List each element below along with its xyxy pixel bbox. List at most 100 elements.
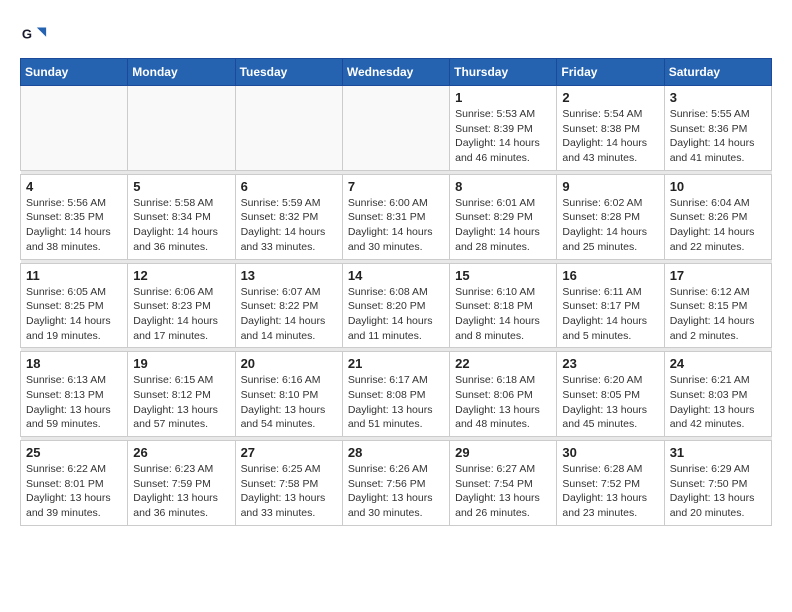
day-number: 8 [455,179,551,194]
day-info: Sunrise: 5:58 AM Sunset: 8:34 PM Dayligh… [133,196,229,255]
calendar-day-cell: 7 Sunrise: 6:00 AM Sunset: 8:31 PM Daylig… [342,174,449,259]
weekday-header: Sunday [21,59,128,86]
calendar-day-cell: 31 Sunrise: 6:29 AM Sunset: 7:50 PM Dayli… [664,441,771,526]
day-number: 10 [670,179,766,194]
day-info: Sunrise: 6:16 AM Sunset: 8:10 PM Dayligh… [241,373,337,432]
calendar-day-cell [342,86,449,171]
day-number: 15 [455,268,551,283]
calendar-week-row: 4Sunrise: 5:56 AM Sunset: 8:35 PM Daylig… [21,174,772,259]
day-info: Sunrise: 6:12 AM Sunset: 8:15 PM Dayligh… [670,285,766,344]
day-info: Sunrise: 6:26 AM Sunset: 7:56 PM Dayligh… [348,462,444,521]
calendar-day-cell: 16 Sunrise: 6:11 AM Sunset: 8:17 PM Dayli… [557,263,664,348]
calendar-day-cell: 20Sunrise: 6:16 AM Sunset: 8:10 PM Dayli… [235,352,342,437]
calendar-day-cell: 17 Sunrise: 6:12 AM Sunset: 8:15 PM Dayli… [664,263,771,348]
calendar-day-cell: 29 Sunrise: 6:27 AM Sunset: 7:54 PM Dayli… [450,441,557,526]
logo-icon: G [20,20,48,48]
day-number: 6 [241,179,337,194]
calendar-day-cell: 28 Sunrise: 6:26 AM Sunset: 7:56 PM Dayli… [342,441,449,526]
day-info: Sunrise: 6:06 AM Sunset: 8:23 PM Dayligh… [133,285,229,344]
calendar-day-cell: 5 Sunrise: 5:58 AM Sunset: 8:34 PM Daylig… [128,174,235,259]
day-info: Sunrise: 6:08 AM Sunset: 8:20 PM Dayligh… [348,285,444,344]
calendar-week-row: 18 Sunrise: 6:13 AM Sunset: 8:13 PM Dayli… [21,352,772,437]
day-info: Sunrise: 6:02 AM Sunset: 8:28 PM Dayligh… [562,196,658,255]
day-info: Sunrise: 6:22 AM Sunset: 8:01 PM Dayligh… [26,462,122,521]
calendar-day-cell: 19Sunrise: 6:15 AM Sunset: 8:12 PM Dayli… [128,352,235,437]
day-info: Sunrise: 6:10 AM Sunset: 8:18 PM Dayligh… [455,285,551,344]
day-info: Sunrise: 5:56 AM Sunset: 8:35 PM Dayligh… [26,196,122,255]
day-number: 26 [133,445,229,460]
day-info: Sunrise: 6:15 AM Sunset: 8:12 PM Dayligh… [133,373,229,432]
calendar-day-cell: 24 Sunrise: 6:21 AM Sunset: 8:03 PM Dayli… [664,352,771,437]
calendar-week-row: 25 Sunrise: 6:22 AM Sunset: 8:01 PM Dayli… [21,441,772,526]
calendar-week-row: 1 Sunrise: 5:53 AM Sunset: 8:39 PM Daylig… [21,86,772,171]
day-info: Sunrise: 6:00 AM Sunset: 8:31 PM Dayligh… [348,196,444,255]
day-number: 29 [455,445,551,460]
day-number: 24 [670,356,766,371]
weekday-header: Thursday [450,59,557,86]
day-number: 27 [241,445,337,460]
calendar-week-row: 11 Sunrise: 6:05 AM Sunset: 8:25 PM Dayli… [21,263,772,348]
calendar-day-cell [21,86,128,171]
day-number: 14 [348,268,444,283]
day-info: Sunrise: 5:55 AM Sunset: 8:36 PM Dayligh… [670,107,766,166]
day-info: Sunrise: 6:29 AM Sunset: 7:50 PM Dayligh… [670,462,766,521]
calendar-day-cell: 2Sunrise: 5:54 AM Sunset: 8:38 PM Daylig… [557,86,664,171]
day-number: 18 [26,356,122,371]
calendar-day-cell: 26 Sunrise: 6:23 AM Sunset: 7:59 PM Dayli… [128,441,235,526]
day-info: Sunrise: 5:54 AM Sunset: 8:38 PM Dayligh… [562,107,658,166]
weekday-header: Saturday [664,59,771,86]
day-number: 7 [348,179,444,194]
day-number: 21 [348,356,444,371]
day-info: Sunrise: 5:53 AM Sunset: 8:39 PM Dayligh… [455,107,551,166]
day-number: 13 [241,268,337,283]
calendar-day-cell: 15 Sunrise: 6:10 AM Sunset: 8:18 PM Dayli… [450,263,557,348]
calendar-day-cell: 25 Sunrise: 6:22 AM Sunset: 8:01 PM Dayli… [21,441,128,526]
calendar-day-cell: 30Sunrise: 6:28 AM Sunset: 7:52 PM Dayli… [557,441,664,526]
day-info: Sunrise: 6:11 AM Sunset: 8:17 PM Dayligh… [562,285,658,344]
day-info: Sunrise: 6:13 AM Sunset: 8:13 PM Dayligh… [26,373,122,432]
day-number: 16 [562,268,658,283]
day-number: 9 [562,179,658,194]
calendar-header-row: SundayMondayTuesdayWednesdayThursdayFrid… [21,59,772,86]
day-number: 28 [348,445,444,460]
calendar-day-cell [235,86,342,171]
calendar-day-cell: 14 Sunrise: 6:08 AM Sunset: 8:20 PM Dayli… [342,263,449,348]
weekday-header: Friday [557,59,664,86]
day-info: Sunrise: 6:28 AM Sunset: 7:52 PM Dayligh… [562,462,658,521]
svg-text:G: G [22,27,32,42]
calendar-day-cell: 11 Sunrise: 6:05 AM Sunset: 8:25 PM Dayli… [21,263,128,348]
day-number: 31 [670,445,766,460]
calendar-day-cell: 13 Sunrise: 6:07 AM Sunset: 8:22 PM Dayli… [235,263,342,348]
day-info: Sunrise: 6:04 AM Sunset: 8:26 PM Dayligh… [670,196,766,255]
day-number: 1 [455,90,551,105]
calendar-day-cell: 10 Sunrise: 6:04 AM Sunset: 8:26 PM Dayli… [664,174,771,259]
day-number: 17 [670,268,766,283]
day-number: 12 [133,268,229,283]
day-info: Sunrise: 6:25 AM Sunset: 7:58 PM Dayligh… [241,462,337,521]
calendar-day-cell: 22 Sunrise: 6:18 AM Sunset: 8:06 PM Dayli… [450,352,557,437]
calendar-day-cell: 18 Sunrise: 6:13 AM Sunset: 8:13 PM Dayli… [21,352,128,437]
day-info: Sunrise: 6:21 AM Sunset: 8:03 PM Dayligh… [670,373,766,432]
calendar-day-cell: 12 Sunrise: 6:06 AM Sunset: 8:23 PM Dayli… [128,263,235,348]
day-info: Sunrise: 6:05 AM Sunset: 8:25 PM Dayligh… [26,285,122,344]
day-info: Sunrise: 6:23 AM Sunset: 7:59 PM Dayligh… [133,462,229,521]
weekday-header: Wednesday [342,59,449,86]
day-number: 11 [26,268,122,283]
calendar-day-cell: 6Sunrise: 5:59 AM Sunset: 8:32 PM Daylig… [235,174,342,259]
day-info: Sunrise: 6:20 AM Sunset: 8:05 PM Dayligh… [562,373,658,432]
calendar-day-cell: 9 Sunrise: 6:02 AM Sunset: 8:28 PM Daylig… [557,174,664,259]
calendar-day-cell: 4Sunrise: 5:56 AM Sunset: 8:35 PM Daylig… [21,174,128,259]
logo: G [20,20,52,48]
day-info: Sunrise: 6:27 AM Sunset: 7:54 PM Dayligh… [455,462,551,521]
day-info: Sunrise: 6:07 AM Sunset: 8:22 PM Dayligh… [241,285,337,344]
page-header: G [20,20,772,48]
calendar-table: SundayMondayTuesdayWednesdayThursdayFrid… [20,58,772,526]
calendar-day-cell: 21Sunrise: 6:17 AM Sunset: 8:08 PM Dayli… [342,352,449,437]
weekday-header: Monday [128,59,235,86]
day-number: 25 [26,445,122,460]
weekday-header: Tuesday [235,59,342,86]
day-number: 5 [133,179,229,194]
calendar-day-cell: 23Sunrise: 6:20 AM Sunset: 8:05 PM Dayli… [557,352,664,437]
day-info: Sunrise: 6:18 AM Sunset: 8:06 PM Dayligh… [455,373,551,432]
day-number: 22 [455,356,551,371]
